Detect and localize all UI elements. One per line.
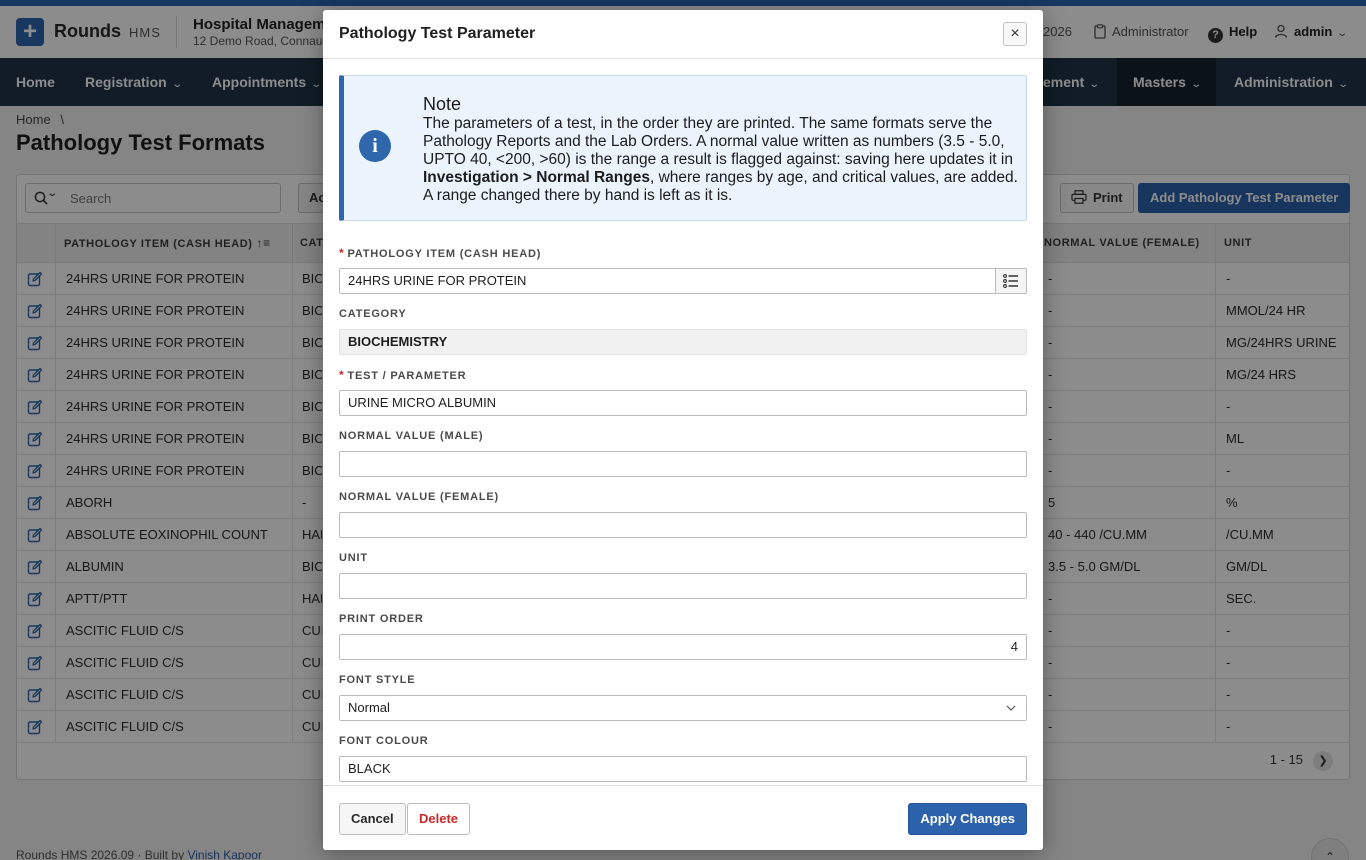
apply-changes-button[interactable]: Apply Changes [908, 803, 1027, 835]
dialog-header: Pathology Test Parameter × [323, 10, 1043, 59]
print-order-input[interactable]: 4 [339, 634, 1027, 660]
font-colour-input[interactable]: BLACK [339, 756, 1027, 782]
note-text-bold: Investigation > Normal Ranges [423, 169, 650, 186]
normal-male-field-label: NORMAL VALUE (MALE) [339, 430, 484, 442]
dialog-title: Pathology Test Parameter [339, 25, 536, 42]
chevron-down-icon [1006, 705, 1016, 711]
note-text-1: The parameters of a test, in the order t… [423, 115, 1013, 168]
pathology-item-input[interactable]: 24HRS URINE FOR PROTEIN [339, 268, 996, 294]
pathology-test-parameter-dialog: Pathology Test Parameter × i Note The pa… [323, 10, 1043, 850]
required-indicator: * [339, 368, 345, 382]
note-alert: i Note The parameters of a test, in the … [339, 75, 1027, 221]
font-style-selected: Normal [348, 700, 390, 715]
normal-female-field-label: NORMAL VALUE (FEMALE) [339, 491, 499, 503]
info-icon: i [359, 130, 391, 162]
normal-value-female-input[interactable] [339, 512, 1027, 538]
category-field-label: CATEGORY [339, 308, 407, 320]
normal-value-male-input[interactable] [339, 451, 1027, 477]
dialog-footer: Cancel Delete Apply Changes [323, 785, 1043, 850]
category-display: BIOCHEMISTRY [339, 329, 1027, 355]
cancel-button[interactable]: Cancel [339, 803, 406, 835]
note-title: Note [423, 94, 462, 114]
unit-input[interactable] [339, 573, 1027, 599]
font-colour-field-label: FONT COLOUR [339, 735, 429, 747]
note-body: The parameters of a test, in the order t… [423, 115, 1019, 205]
font-style-field-label: FONT STYLE [339, 674, 416, 686]
delete-button[interactable]: Delete [407, 803, 471, 835]
unit-field-label: UNIT [339, 552, 368, 564]
item-lov-button[interactable] [995, 268, 1027, 294]
item-label-text: PATHOLOGY ITEM (CASH HEAD) [347, 248, 542, 260]
font-style-select[interactable]: Normal [339, 695, 1027, 721]
close-icon[interactable]: × [1003, 22, 1027, 46]
list-icon [1003, 274, 1018, 288]
test-field-label: * TEST / PARAMETER [339, 368, 466, 382]
required-indicator: * [339, 246, 345, 260]
print-order-field-label: PRINT ORDER [339, 613, 424, 625]
test-label-text: TEST / PARAMETER [347, 370, 467, 382]
test-parameter-input[interactable]: URINE MICRO ALBUMIN [339, 390, 1027, 416]
item-field-label: * PATHOLOGY ITEM (CASH HEAD) [339, 246, 541, 260]
